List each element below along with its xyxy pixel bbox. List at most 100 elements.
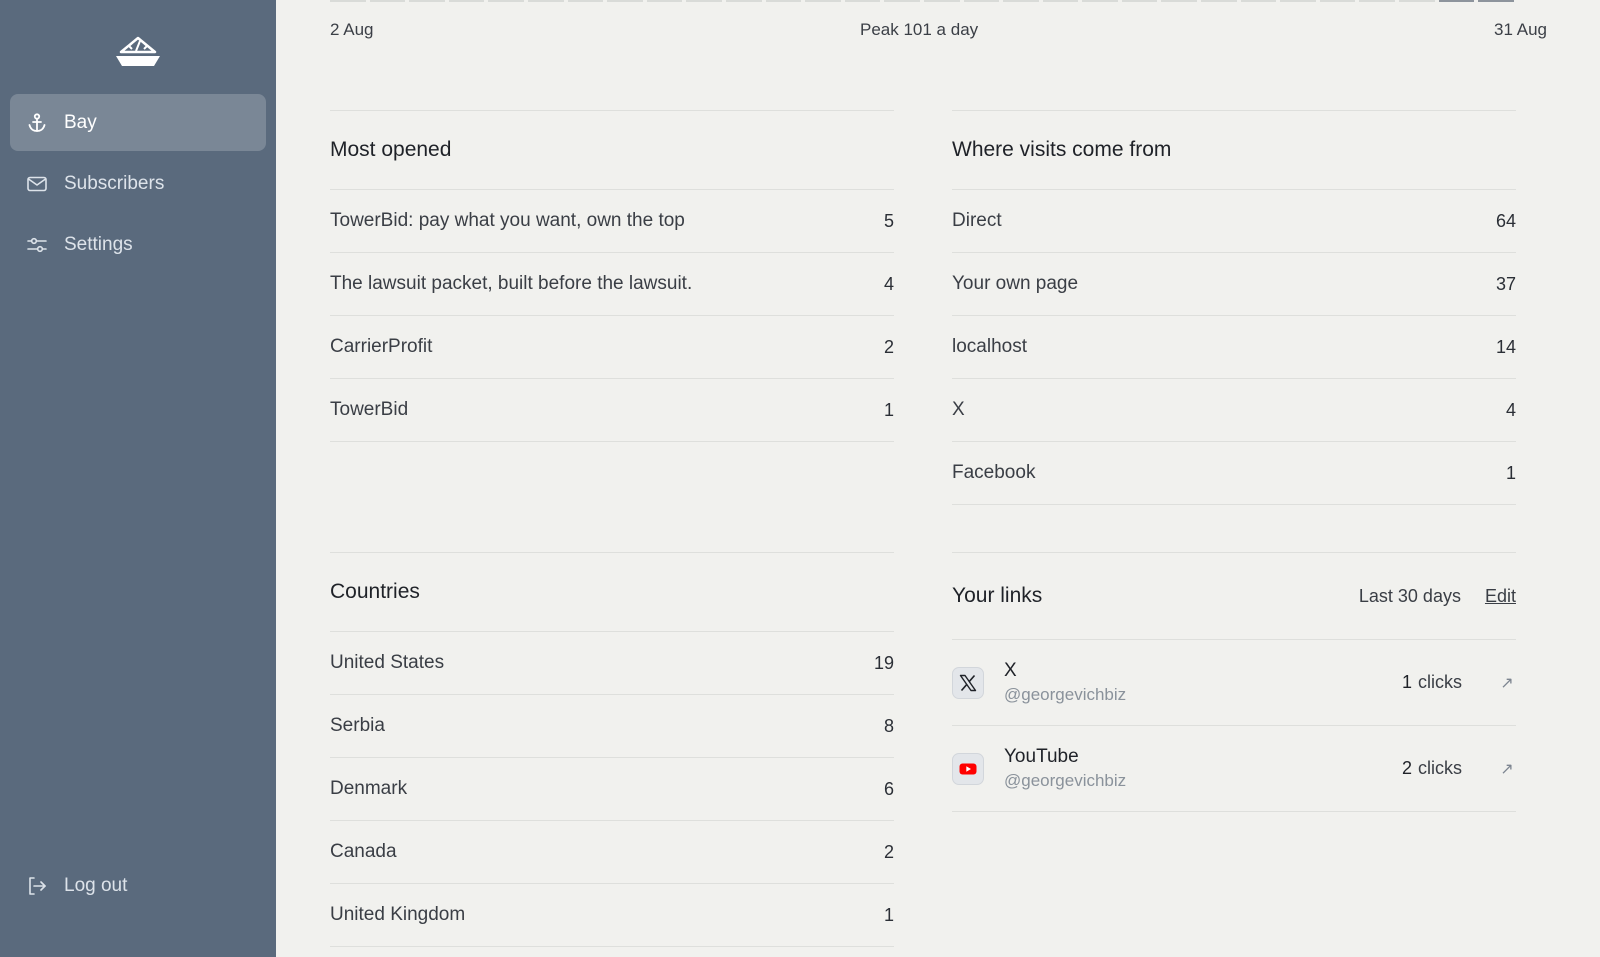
chart-bar-base [923,0,960,2]
list-item[interactable]: TowerBid 1 [330,379,894,442]
chart-bar-base [567,0,604,2]
list-item[interactable]: Serbia 8 [330,695,894,758]
countries-panel: Countries United States 19 Serbia 8 Denm… [330,552,894,947]
list-item[interactable]: TowerBid: pay what you want, own the top… [330,190,894,253]
chart-bar-base [805,0,841,2]
chart-bar-base [1280,0,1316,2]
chart-start-date: 2 Aug [330,20,374,39]
mail-icon [26,173,48,195]
link-handle: @georgevichbiz [1004,684,1127,704]
item-count: 19 [873,652,894,673]
item-label: Facebook [952,462,1036,483]
chart-bar-base [1359,0,1396,2]
clicks-label: clicks [1418,758,1462,778]
list-item[interactable]: Canada 2 [330,821,894,884]
chart-bar-base [686,0,722,2]
item-count: 37 [1495,273,1516,294]
link-clicks: 1 clicks [1402,672,1462,693]
chart-bar-base [884,0,920,2]
most-opened-panel: Most opened TowerBid: pay what you want,… [330,110,894,442]
item-label: United States [330,652,445,673]
item-label: Your own page [952,273,1079,294]
chart-bar-base [1161,0,1198,2]
list-item[interactable]: Direct 64 [952,190,1516,253]
list-item[interactable]: Your own page 37 [952,253,1516,316]
list-item[interactable]: The lawsuit packet, built before the law… [330,253,894,316]
link-name: YouTube [1004,745,1079,767]
sidebar-item-label: Bay [64,111,97,133]
external-link-icon[interactable]: ↗ [1498,673,1516,693]
panel-title: Where visits come from [952,111,1516,190]
chart-bar-base [488,0,524,2]
logout-label: Log out [64,874,128,896]
list-item[interactable]: Denmark 6 [330,758,894,821]
chart-bar-base [725,0,762,2]
item-count: 4 [883,273,894,294]
edit-links-link[interactable]: Edit [1485,586,1516,607]
panel-title: Your links [952,584,1043,607]
chart-bar-base [1319,0,1356,2]
external-link-icon[interactable]: ↗ [1498,759,1516,779]
link-clicks: 2 clicks [1402,758,1462,779]
period-label: Last 30 days [1358,585,1461,606]
chart-bar-base [369,0,406,2]
chart-bar-base [1399,0,1435,2]
list-item[interactable]: Facebook 1 [952,442,1516,505]
ship-code-logo[interactable] [113,30,163,72]
item-label: Direct [952,210,1002,231]
item-count: 5 [883,210,894,231]
item-count: 1 [1505,462,1516,483]
item-label: localhost [952,336,1027,357]
visit-sources-panel: Where visits come from Direct 64 Your ow… [952,110,1516,505]
chart-bar-base [1121,0,1158,2]
item-label: Canada [330,841,397,862]
chart-bar-base [1003,0,1039,2]
sidebar-item-bay[interactable]: Bay [10,94,266,151]
list-item[interactable]: United States 19 [330,632,894,695]
chart-bar-base [1240,0,1277,2]
chart-bar-base [409,0,445,2]
logout-button[interactable]: Log out [10,857,266,914]
list-item[interactable]: United Kingdom 1 [330,884,894,947]
sidebar-item-label: Subscribers [64,172,165,194]
chart-bar-base [1478,0,1514,2]
item-count: 14 [1495,336,1516,357]
logout-icon [26,875,48,897]
item-count: 2 [883,336,894,357]
item-label: CarrierProfit [330,336,433,357]
sidebar-item-subscribers[interactable]: Subscribers [10,155,266,212]
chart-bar-base [646,0,683,2]
sliders-icon [26,234,48,256]
list-item[interactable]: X 4 [952,379,1516,442]
item-count: 1 [883,399,894,420]
link-item-youtube[interactable]: YouTube @georgevichbiz 2 clicks ↗ [952,726,1516,812]
main-content: 2 Aug Peak 101 a day 31 Aug Most opened … [276,0,1600,957]
item-label: Serbia [330,715,385,736]
chart-bar-base [527,0,564,2]
panel-title: Countries [330,553,894,632]
link-handle: @georgevichbiz [1004,770,1127,790]
item-count: 6 [883,778,894,799]
list-item[interactable]: localhost 14 [952,316,1516,379]
clicks-label: clicks [1418,672,1462,692]
chart-bar-base [963,0,1000,2]
item-label: The lawsuit packet, built before the law… [330,273,693,294]
link-item-x[interactable]: X @georgevichbiz 1 clicks ↗ [952,640,1516,726]
item-count: 64 [1495,210,1516,231]
chart-bar-base [1042,0,1079,2]
click-count: 2 [1401,758,1412,778]
links-header: Your links Last 30 days Edit [952,553,1516,640]
sidebar-item-settings[interactable]: Settings [10,216,266,273]
youtube-icon [952,752,984,785]
item-count: 1 [883,904,894,925]
x-logo-icon [952,666,984,699]
item-count: 4 [1505,399,1516,420]
chart-bar-base [1201,0,1237,2]
chart-bar-base [330,0,366,2]
sidebar: Bay Subscribers Settings Log out [0,0,276,957]
anchor-icon [26,112,48,134]
your-links-panel: Your links Last 30 days Edit X @georgevi… [952,552,1516,812]
link-name: X [1004,659,1017,681]
sidebar-item-label: Settings [64,233,133,255]
list-item[interactable]: CarrierProfit 2 [330,316,894,379]
